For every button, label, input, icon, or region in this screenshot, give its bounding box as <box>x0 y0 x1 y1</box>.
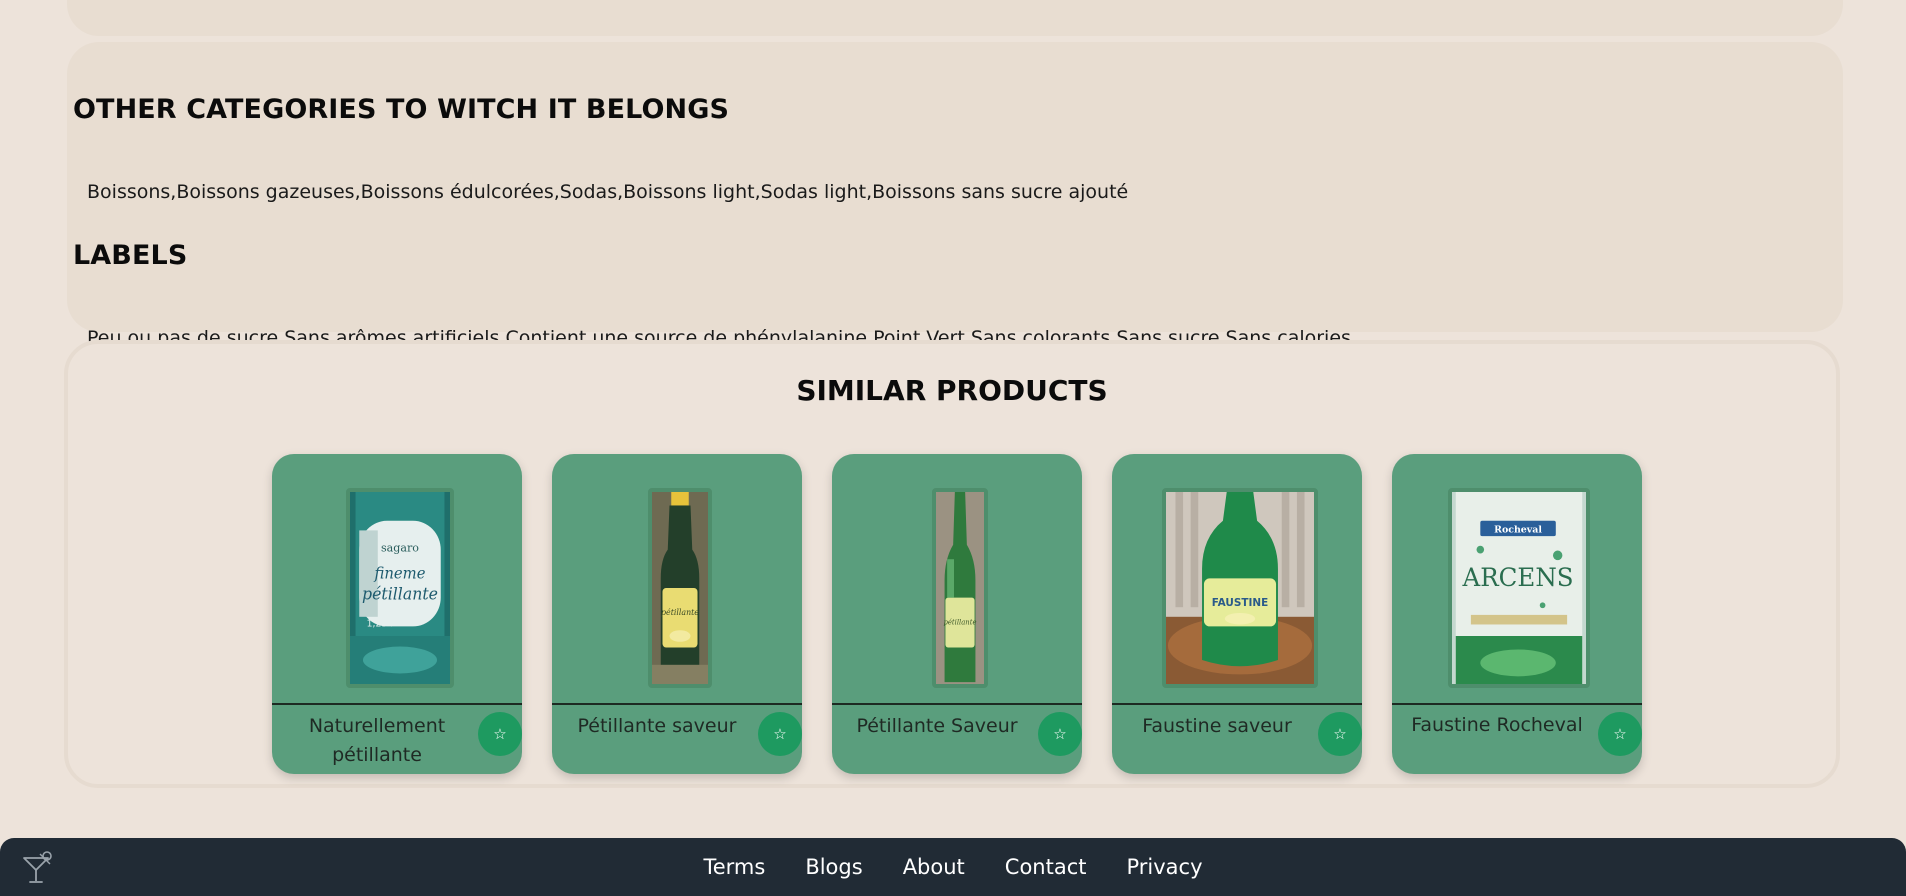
favorite-star-button[interactable]: ☆ <box>758 712 802 756</box>
svg-text:ARCENS: ARCENS <box>1462 563 1574 592</box>
footer-link-terms[interactable]: Terms <box>703 855 765 879</box>
svg-text:sagaro: sagaro <box>381 541 419 554</box>
categories-title: OTHER CATEGORIES TO WITCH IT BELONGS <box>73 94 730 125</box>
product-card[interactable]: Rocheval ARCENS Faustine Rocheval ☆ <box>1392 454 1642 774</box>
card-divider <box>272 703 522 705</box>
bottle-photo: FAUSTINE <box>1166 492 1314 684</box>
svg-text:Rocheval: Rocheval <box>1494 524 1542 535</box>
footer-link-contact[interactable]: Contact <box>1005 855 1087 879</box>
product-card[interactable]: pétillante Pétillante Saveur ☆ <box>832 454 1082 774</box>
favorite-star-button[interactable]: ☆ <box>1598 712 1642 756</box>
footer-link-privacy[interactable]: Privacy <box>1126 855 1202 879</box>
product-image[interactable]: Rocheval ARCENS <box>1448 488 1590 688</box>
star-icon: ☆ <box>1053 725 1067 743</box>
product-image[interactable]: pétillante <box>932 488 988 688</box>
product-name[interactable]: Pétillante Saveur <box>842 712 1032 741</box>
bottle-photo: pétillante <box>936 492 984 684</box>
product-card[interactable]: sagaro fineme pétillante 1,25 l Naturell… <box>272 454 522 774</box>
footer-nav: Terms Blogs About Contact Privacy <box>0 838 1906 896</box>
product-image[interactable]: sagaro fineme pétillante 1,25 l <box>346 488 454 688</box>
svg-text:pétillante: pétillante <box>943 617 976 626</box>
site-footer: Terms Blogs About Contact Privacy <box>0 838 1906 896</box>
labels-title: LABELS <box>73 240 188 271</box>
star-icon: ☆ <box>773 725 787 743</box>
svg-text:pétillante: pétillante <box>661 607 699 617</box>
product-image[interactable]: pétillante <box>648 488 712 688</box>
footer-link-about[interactable]: About <box>903 855 965 879</box>
product-name[interactable]: Naturellement pétillante <box>282 712 472 770</box>
product-image[interactable]: FAUSTINE <box>1162 488 1318 688</box>
bottle-photo: sagaro fineme pétillante 1,25 l <box>350 492 450 684</box>
bottle-photo: pétillante <box>652 492 708 684</box>
product-card[interactable]: FAUSTINE Faustine saveur ☆ <box>1112 454 1362 774</box>
similar-products-title: SIMILAR PRODUCTS <box>796 374 1108 407</box>
product-card[interactable]: pétillante Pétillante saveur ☆ <box>552 454 802 774</box>
favorite-star-button[interactable]: ☆ <box>1038 712 1082 756</box>
categories-text: Boissons,Boissons gazeuses,Boissons édul… <box>87 181 1129 203</box>
card-divider <box>1392 703 1642 705</box>
favorite-star-button[interactable]: ☆ <box>478 712 522 756</box>
svg-text:pétillante: pétillante <box>362 584 438 603</box>
bottle-photo: Rocheval ARCENS <box>1452 492 1586 684</box>
svg-text:FAUSTINE: FAUSTINE <box>1212 597 1268 609</box>
top-panel-edge <box>67 0 1843 36</box>
svg-text:fineme: fineme <box>374 564 426 582</box>
product-name[interactable]: Faustine saveur <box>1122 712 1312 741</box>
svg-text:1,25 l: 1,25 l <box>367 618 393 629</box>
card-divider <box>832 703 1082 705</box>
product-name[interactable]: Faustine Rocheval <box>1402 712 1592 738</box>
star-icon: ☆ <box>493 725 507 743</box>
star-icon: ☆ <box>1613 725 1627 743</box>
product-info-panel: OTHER CATEGORIES TO WITCH IT BELONGS Boi… <box>67 42 1843 349</box>
card-divider <box>552 703 802 705</box>
product-name[interactable]: Pétillante saveur <box>562 712 752 741</box>
card-divider <box>1112 703 1362 705</box>
similar-products-panel: SIMILAR PRODUCTS sagaro fineme pétillant… <box>64 340 1840 788</box>
star-icon: ☆ <box>1333 725 1347 743</box>
favorite-star-button[interactable]: ☆ <box>1318 712 1362 756</box>
footer-link-blogs[interactable]: Blogs <box>805 855 862 879</box>
